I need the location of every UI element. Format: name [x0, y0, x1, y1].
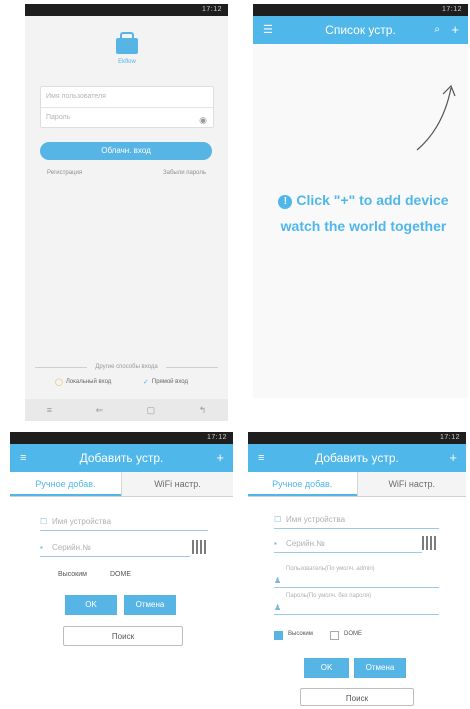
- password-input[interactable]: Пароль ◉: [41, 107, 213, 128]
- forgot-password-link[interactable]: Забыли пароль: [163, 170, 206, 176]
- serial-placeholder: Серийн.№: [286, 539, 325, 548]
- local-login-icon: ◯: [55, 379, 63, 386]
- password-field[interactable]: ♟ Пароль(По умолч. без пароля): [274, 592, 439, 615]
- status-bar: 17:12: [25, 4, 228, 16]
- recent-key-icon[interactable]: ↰: [199, 405, 207, 416]
- username-placeholder: Пользователь(По умолч. admin): [286, 566, 375, 572]
- title-bar: ≡ Добавить устр. +: [10, 444, 233, 472]
- advanced-checkbox-icon[interactable]: [274, 631, 283, 640]
- advanced-label: Высоким: [58, 571, 87, 578]
- plus-icon[interactable]: +: [216, 444, 224, 472]
- serial-field[interactable]: ▪ Серийн.№: [274, 536, 422, 553]
- title-bar: ☰ Список устр. ⌕ +: [253, 16, 468, 44]
- status-time: 17:12: [206, 434, 227, 441]
- status-time: 17:12: [439, 434, 460, 441]
- other-login-methods-label: Другие способы входа: [35, 364, 218, 370]
- tab-manual-add[interactable]: Ручное добав.: [248, 472, 357, 496]
- device-name-placeholder: Имя устройства: [52, 517, 112, 526]
- arrow-up-icon: [416, 84, 456, 151]
- page-title: Список устр.: [325, 23, 396, 37]
- password-placeholder: Пароль(По умолч. без пароля): [286, 593, 372, 599]
- serial-icon: ▪: [40, 543, 43, 552]
- tab-bar: Ручное добав. WiFi настр.: [248, 472, 466, 497]
- add-icon[interactable]: +: [451, 16, 459, 44]
- android-nav-bar: ≡ ⇐ ▢ ↰: [25, 399, 228, 421]
- tab-wifi-setup[interactable]: WiFi настр.: [121, 472, 233, 496]
- device-name-icon: ☐: [274, 515, 282, 524]
- search-button[interactable]: Поиск: [63, 626, 183, 646]
- device-list-screen: 17:12 ☰ Список устр. ⌕ + ! Click "+" to a…: [253, 4, 468, 398]
- login-form: Имя пользователя Пароль ◉: [40, 86, 214, 128]
- password-placeholder: Пароль: [46, 114, 71, 121]
- page-title: Добавить устр.: [79, 451, 164, 465]
- plus-icon[interactable]: +: [449, 444, 457, 472]
- qr-code-icon[interactable]: [192, 540, 206, 554]
- ok-button[interactable]: OK: [65, 595, 117, 615]
- username-input[interactable]: Имя пользователя: [41, 87, 213, 107]
- device-name-field[interactable]: ☐ Имя устройства: [40, 514, 208, 531]
- status-time: 17:12: [201, 6, 222, 13]
- cancel-button[interactable]: Отмена: [124, 595, 176, 615]
- app-logo-icon: [116, 32, 138, 54]
- home-key-icon[interactable]: ▢: [147, 405, 156, 416]
- dome-label: DOME: [344, 631, 362, 637]
- advanced-label: Высоким: [288, 631, 313, 637]
- logo-text: Ekflow: [118, 59, 136, 65]
- register-link[interactable]: Регистрация: [47, 170, 82, 176]
- back-key-icon[interactable]: ⇐: [96, 405, 104, 416]
- serial-icon: ▪: [274, 539, 277, 548]
- menu-icon[interactable]: ☰: [263, 16, 273, 44]
- lock-icon: ♟: [274, 603, 282, 612]
- serial-field[interactable]: ▪ Серийн.№: [40, 540, 190, 557]
- direct-login-label: Прямой вход: [151, 379, 189, 385]
- tab-manual-add[interactable]: Ручное добав.: [10, 472, 121, 496]
- back-icon[interactable]: ≡: [258, 444, 264, 472]
- cancel-button[interactable]: Отмена: [354, 658, 406, 678]
- page-title: Добавить устр.: [315, 451, 399, 465]
- status-bar: 17:12: [10, 432, 233, 444]
- tab-wifi-setup[interactable]: WiFi настр.: [356, 472, 466, 496]
- ok-button[interactable]: OK: [304, 658, 349, 678]
- info-icon: !: [278, 195, 293, 209]
- title-bar: ≡ Добавить устр. +: [248, 444, 466, 472]
- login-screen: 17:12 Ekflow Имя пользователя Пароль ◉ О…: [25, 4, 228, 421]
- status-bar: 17:12: [248, 432, 466, 444]
- qr-code-icon[interactable]: [422, 536, 436, 550]
- back-icon[interactable]: ≡: [20, 444, 26, 472]
- menu-key-icon[interactable]: ≡: [47, 405, 52, 415]
- hint-line-2: watch the world together: [280, 218, 447, 234]
- eye-icon[interactable]: ◉: [199, 110, 207, 130]
- status-time: 17:12: [441, 6, 462, 13]
- cloud-login-button[interactable]: Облачн. вход: [40, 142, 212, 160]
- add-device-screen: 17:12 ≡ Добавить устр. + Ручное добав. W…: [10, 432, 233, 706]
- username-field[interactable]: ♟ Пользователь(По умолч. admin): [274, 565, 439, 588]
- search-icon[interactable]: ⌕: [434, 16, 440, 44]
- local-login-option[interactable]: ◯ Локальный вход: [55, 378, 111, 386]
- serial-placeholder: Серийн.№: [52, 543, 91, 552]
- hint-line-1: Click "+" to add device: [296, 192, 449, 208]
- device-name-icon: ☐: [40, 517, 48, 526]
- device-name-placeholder: Имя устройства: [286, 515, 346, 524]
- local-login-label: Локальный вход: [65, 379, 112, 385]
- dome-label: DOME: [110, 571, 131, 578]
- device-name-field[interactable]: ☐ Имя устройства: [274, 512, 439, 529]
- empty-hint: ! Click "+" to add device watch the world…: [261, 187, 466, 239]
- direct-login-option[interactable]: ✓ Прямой вход: [143, 378, 188, 386]
- status-bar: 17:12: [253, 4, 468, 16]
- tab-bar: Ручное добав. WiFi настр.: [10, 472, 233, 497]
- dome-checkbox-icon[interactable]: [330, 631, 339, 640]
- user-icon: ♟: [274, 576, 282, 585]
- search-button[interactable]: Поиск: [300, 688, 414, 706]
- direct-login-icon: ✓: [143, 379, 149, 386]
- add-device-expanded-screen: 17:12 ≡ Добавить устр. + Ручное добав. W…: [248, 432, 466, 706]
